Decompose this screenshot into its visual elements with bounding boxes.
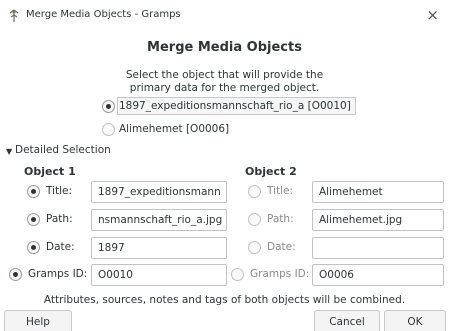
close-icon[interactable]: × — [426, 6, 439, 24]
primary-radio-object2[interactable] — [102, 123, 115, 136]
id-field-object2[interactable]: O0006 — [312, 264, 444, 286]
title-radio-object1[interactable] — [27, 185, 40, 198]
merge-footer-note: Attributes, sources, notes and tags of b… — [43, 294, 406, 306]
object1-header: Object 1 — [24, 165, 76, 178]
help-button[interactable]: Help — [4, 310, 72, 331]
window-title: Merge Media Objects - Gramps — [26, 9, 181, 20]
date-field-object2[interactable] — [312, 237, 444, 259]
instructions-line-1: Select the object that will provide the — [125, 69, 324, 81]
dialog-instructions: Select the object that will provide the … — [0, 69, 449, 95]
id-label-object1: Gramps ID: — [28, 268, 88, 280]
window-titlebar: Merge Media Objects - Gramps × — [0, 0, 449, 32]
cancel-button[interactable]: Cancel — [314, 310, 380, 331]
path-field-object2[interactable]: Alimehemet.jpg — [312, 209, 444, 231]
path-radio-object1[interactable] — [27, 213, 40, 226]
date-label-object2: Date: — [267, 241, 296, 253]
path-label-object2: Path: — [267, 213, 294, 225]
id-radio-object1[interactable] — [9, 268, 22, 281]
title-field-object2[interactable]: Alimehemet — [312, 181, 444, 203]
date-radio-object2[interactable] — [248, 241, 261, 254]
title-field-object1[interactable]: 1897_expeditionsmann — [91, 181, 227, 203]
object2-header: Object 2 — [245, 165, 297, 178]
id-field-object1[interactable]: O0010 — [91, 264, 227, 286]
path-label-object1: Path: — [46, 213, 73, 225]
primary-radio-object1[interactable] — [102, 100, 115, 113]
title-radio-object2[interactable] — [248, 185, 261, 198]
gramps-app-icon — [9, 9, 19, 22]
ok-button[interactable]: OK — [384, 310, 446, 331]
id-label-object2: Gramps ID: — [250, 268, 310, 280]
detailed-selection-expander[interactable]: Detailed Selection — [15, 144, 111, 156]
path-field-object1[interactable]: nsmannschaft_rio_a.jpg — [91, 209, 227, 231]
triangle-down-icon[interactable]: ▼ — [6, 147, 12, 156]
title-label-object1: Title: — [46, 185, 73, 197]
primary-option-object2-label: Alimehemet [O0006] — [119, 123, 230, 135]
date-field-object1[interactable]: 1897 — [91, 237, 227, 259]
primary-option-object1-label: 1897_expeditionsmannschaft_rio_a [O0010] — [119, 100, 351, 112]
id-radio-object2[interactable] — [231, 268, 244, 281]
title-label-object2: Title: — [267, 185, 294, 197]
date-radio-object1[interactable] — [27, 241, 40, 254]
path-radio-object2[interactable] — [248, 213, 261, 226]
instructions-line-2: primary data for the merged object. — [129, 82, 320, 94]
dialog-heading: Merge Media Objects — [147, 40, 302, 55]
date-label-object1: Date: — [46, 241, 75, 253]
